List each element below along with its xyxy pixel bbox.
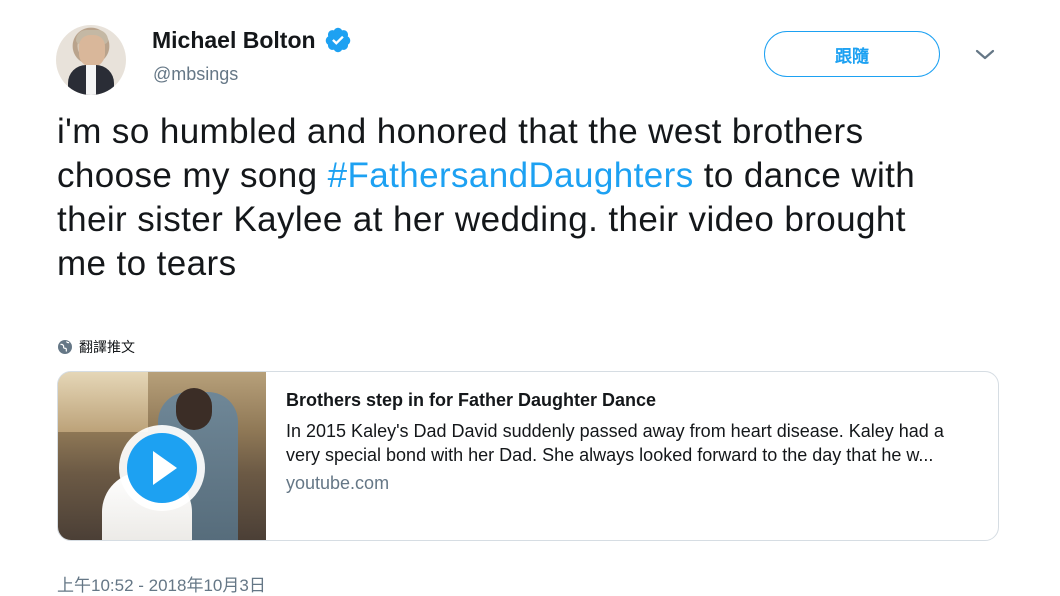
translate-tweet-link[interactable]: 翻譯推文	[57, 337, 135, 357]
follow-button[interactable]: 跟隨	[764, 31, 940, 77]
avatar[interactable]	[56, 25, 126, 95]
card-thumbnail[interactable]	[58, 372, 266, 540]
translate-label: 翻譯推文	[79, 339, 135, 355]
hashtag-link[interactable]: #FathersandDaughters	[328, 156, 694, 195]
verified-badge-icon	[325, 27, 350, 53]
card-domain: youtube.com	[286, 473, 390, 493]
link-card[interactable]: Brothers step in for Father Daughter Dan…	[57, 371, 999, 541]
globe-icon	[58, 340, 72, 354]
play-icon[interactable]	[116, 422, 208, 514]
tweet-text: i'm so humbled and honored that the west…	[57, 110, 957, 286]
name-row: Michael Bolton	[152, 26, 352, 54]
card-title[interactable]: Brothers step in for Father Daughter Dan…	[286, 390, 978, 411]
user-handle[interactable]: @mbsings	[153, 64, 238, 85]
card-description: In 2015 Kaley's Dad David suddenly passe…	[286, 421, 944, 465]
card-body: Brothers step in for Father Daughter Dan…	[266, 372, 998, 540]
avatar-shirt	[86, 65, 96, 95]
tweet-timestamp[interactable]: 上午10:52 - 2018年10月3日	[57, 571, 266, 596]
chevron-down-icon[interactable]	[974, 48, 996, 62]
display-name[interactable]: Michael Bolton	[152, 27, 316, 54]
avatar-face	[79, 35, 105, 67]
